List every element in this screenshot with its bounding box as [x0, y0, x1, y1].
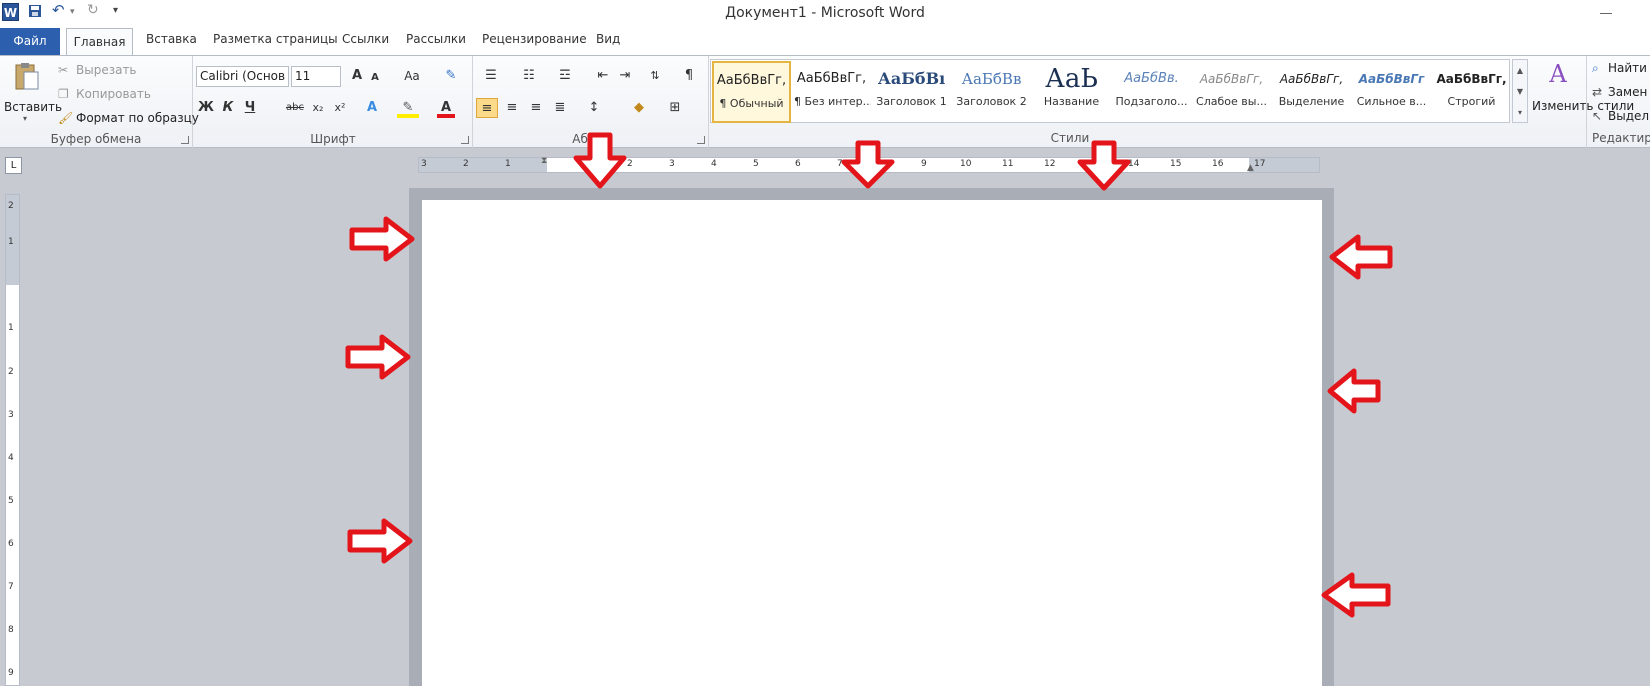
dialog-launcher-icon[interactable]: [461, 136, 469, 144]
tab-selector[interactable]: L: [5, 157, 22, 174]
arrow-down-icon: [1077, 140, 1131, 191]
arrow-left-icon: [1327, 368, 1381, 414]
style-subtitle[interactable]: АаБбВв. Подзаголо...: [1112, 61, 1191, 123]
copy-button[interactable]: Копировать: [76, 87, 151, 101]
bold-button[interactable]: Ж: [198, 98, 214, 118]
underline-button[interactable]: Ч: [242, 98, 258, 118]
indent-marker-icon[interactable]: ⧗: [541, 156, 547, 166]
cut-icon: ✂: [58, 63, 69, 77]
tab-home[interactable]: Главная: [66, 28, 133, 56]
replace-button[interactable]: Замен: [1608, 85, 1647, 99]
arrow-right-icon: [345, 334, 411, 380]
tab-references[interactable]: Ссылки: [342, 32, 389, 46]
editing-group-label: Редактиро: [1592, 131, 1650, 145]
change-styles-icon[interactable]: A: [1543, 60, 1573, 90]
bullets-icon[interactable]: ☰: [480, 66, 502, 86]
styles-group-label: Стили: [1050, 131, 1090, 145]
document-page[interactable]: [422, 200, 1322, 686]
dialog-launcher-icon[interactable]: [181, 136, 189, 144]
clipboard-group-label: Буфер обмена: [50, 132, 142, 146]
numbering-icon[interactable]: ☷: [518, 66, 540, 86]
window-title: Документ1 - Microsoft Word: [725, 5, 925, 21]
line-spacing-icon[interactable]: ↕: [584, 98, 604, 118]
paste-button[interactable]: Вставить: [4, 100, 62, 114]
style-heading-1[interactable]: АаБбВı Заголовок 1: [872, 61, 951, 123]
arrow-right-icon: [347, 518, 413, 564]
align-right-icon[interactable]: ≡: [526, 98, 546, 118]
replace-icon: ⇄: [1592, 85, 1603, 99]
increase-indent-icon[interactable]: ⇥: [616, 66, 634, 86]
style-title[interactable]: АаЬ Название: [1032, 61, 1111, 123]
show-marks-icon[interactable]: ¶: [680, 66, 698, 86]
grow-font-button[interactable]: A: [348, 66, 366, 86]
tab-review[interactable]: Рецензирование: [482, 32, 587, 46]
minimize-icon[interactable]: [1600, 13, 1612, 14]
right-indent-marker-icon[interactable]: ▲: [1247, 163, 1254, 173]
arrow-left-icon: [1329, 234, 1393, 280]
strikethrough-button[interactable]: abc: [285, 98, 305, 118]
decrease-indent-icon[interactable]: ⇤: [594, 66, 612, 86]
justify-icon[interactable]: ≣: [550, 98, 570, 118]
ribbon: Вставить ▾ ✂ Вырезать ❐ Копировать 🖌 Фор…: [0, 55, 1650, 148]
text-effects-icon[interactable]: A: [363, 98, 381, 118]
style-no-spacing[interactable]: АаБбВвГг, ¶ Без интер...: [792, 61, 871, 123]
paste-dropdown-icon[interactable]: ▾: [23, 114, 27, 123]
format-painter-icon: 🖌: [58, 111, 74, 125]
arrow-down-icon: [573, 132, 627, 189]
font-group: Calibri (Основ 11 A A Aa ✎ Ж К Ч abc x₂ …: [194, 56, 473, 148]
select-button[interactable]: Выдел: [1608, 109, 1649, 123]
shrink-font-button[interactable]: A: [368, 68, 382, 88]
find-icon: ⌕: [1592, 61, 1599, 75]
find-button[interactable]: Найти: [1608, 61, 1647, 75]
tab-view[interactable]: Вид: [596, 32, 620, 46]
tab-insert[interactable]: Вставка: [146, 32, 197, 46]
style-normal[interactable]: АаБбВвГг, ¶ Обычный: [712, 61, 791, 123]
sort-icon[interactable]: ⇅: [646, 66, 664, 86]
style-subtle-emphasis[interactable]: АаБбВвГг, Слабое вы...: [1192, 61, 1271, 123]
shading-icon[interactable]: ◆: [628, 98, 650, 118]
arrow-right-icon: [349, 216, 415, 262]
styles-gallery: АаБбВвГг, ¶ Обычный АаБбВвГг, ¶ Без интер.…: [710, 59, 1510, 123]
style-strong[interactable]: АаБбВвГг, Строгий: [1432, 61, 1511, 123]
italic-button[interactable]: К: [220, 98, 236, 118]
change-case-button[interactable]: Aa: [401, 66, 423, 86]
align-left-icon[interactable]: ≡: [476, 98, 498, 118]
superscript-button[interactable]: x²: [331, 98, 349, 118]
copy-icon: ❐: [58, 87, 69, 101]
tab-mailings[interactable]: Рассылки: [406, 32, 466, 46]
multilevel-list-icon[interactable]: ☲: [554, 66, 576, 86]
font-name-combo[interactable]: Calibri (Основ: [196, 66, 289, 87]
tab-page-layout[interactable]: Разметка страницы: [213, 32, 338, 46]
clipboard-group: Вставить ▾ ✂ Вырезать ❐ Копировать 🖌 Фор…: [0, 56, 199, 148]
font-color-button[interactable]: A: [437, 98, 455, 118]
ribbon-tabs: Файл Главная Вставка Разметка страницы С…: [0, 26, 1650, 56]
tab-file[interactable]: Файл: [0, 28, 60, 55]
align-center-icon[interactable]: ≡: [502, 98, 522, 118]
styles-scroll[interactable]: ▲ ▼ ▾: [1512, 59, 1528, 123]
arrow-down-icon: [841, 140, 895, 189]
style-emphasis[interactable]: АаБбВвГг, Выделение: [1272, 61, 1351, 123]
subscript-button[interactable]: x₂: [309, 98, 327, 118]
highlight-icon[interactable]: ✎: [397, 98, 419, 118]
font-size-combo[interactable]: 11: [291, 66, 341, 87]
style-intense-emphasis[interactable]: АаБбВвГг Сильное в...: [1352, 61, 1431, 123]
font-group-label: Шрифт: [310, 132, 356, 146]
paste-icon[interactable]: [14, 62, 40, 92]
style-heading-2[interactable]: АаБбВв Заголовок 2: [952, 61, 1031, 123]
select-icon: ↖: [1592, 109, 1603, 123]
format-painter-button[interactable]: Формат по образцу: [76, 111, 199, 125]
dialog-launcher-icon[interactable]: [697, 136, 705, 144]
title-bar: W ↶ ▾ ↻ ▾ Документ1 - Microsoft Word: [0, 0, 1650, 26]
arrow-left-icon: [1321, 572, 1391, 618]
vertical-ruler[interactable]: 2 1 1 2 3 4 5 6 7 8 9: [5, 194, 20, 686]
cut-button[interactable]: Вырезать: [76, 63, 137, 77]
borders-icon[interactable]: ⊞: [664, 98, 686, 118]
clear-format-icon[interactable]: ✎: [442, 66, 460, 86]
